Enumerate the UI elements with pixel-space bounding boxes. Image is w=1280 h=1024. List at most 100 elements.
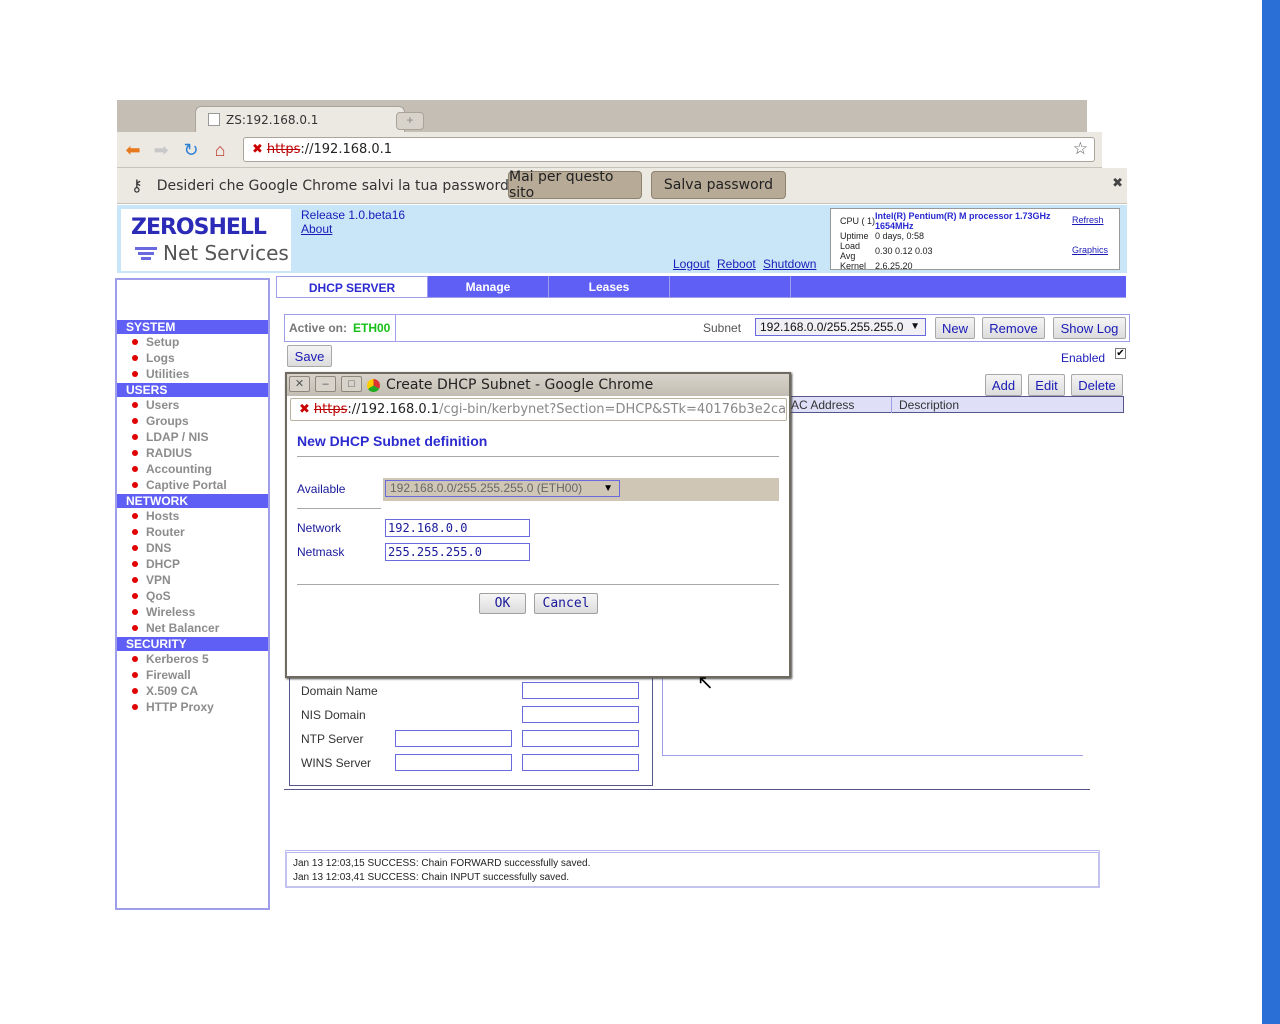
wins-server-label: WINS Server	[301, 756, 372, 770]
sidebar-section-network: NETWORK	[117, 494, 268, 508]
sidebar-item-utilities[interactable]: Utilities	[132, 367, 189, 381]
popup-address-bar[interactable]: ✖ https ://192.168.0.1 /cgi-bin/kerbynet…	[290, 398, 787, 421]
sidebar-item-router[interactable]: Router	[132, 525, 185, 539]
sidebar-item-label: Logs	[146, 351, 175, 365]
enabled-checkbox[interactable]: ✔	[1115, 348, 1126, 359]
popup-titlebar[interactable]: Create DHCP Subnet - Google Chrome	[287, 374, 789, 396]
sidebar-item-label: DHCP	[146, 557, 181, 571]
sidebar-item-x-509-ca[interactable]: X.509 CA	[132, 684, 198, 698]
sidebar-item-qos[interactable]: QoS	[132, 589, 171, 603]
sidebar-item-groups[interactable]: Groups	[132, 414, 189, 428]
sidebar-item-label: Utilities	[146, 367, 190, 381]
tab-leases[interactable]: Leases	[549, 276, 670, 298]
sidebar-item-http-proxy[interactable]: HTTP Proxy	[132, 700, 214, 714]
sidebar-item-dns[interactable]: DNS	[132, 541, 171, 555]
insecure-lock-icon: ✖	[252, 142, 263, 157]
sidebar-item-dhcp[interactable]: DHCP	[132, 557, 180, 571]
netmask-label: Netmask	[297, 545, 345, 559]
sidebar-item-label: RADIUS	[146, 446, 193, 460]
reboot-link[interactable]: Reboot	[717, 257, 756, 271]
sidebar-item-firewall[interactable]: Firewall	[132, 668, 191, 682]
sidebar-item-kerberos-5[interactable]: Kerberos 5	[132, 652, 209, 666]
wins-server-input-1[interactable]	[395, 754, 512, 771]
nis-domain-label: NIS Domain	[301, 708, 366, 722]
forward-icon[interactable]: ➡	[150, 139, 172, 161]
save-password-button[interactable]: Salva password	[651, 171, 786, 199]
edit-button[interactable]: Edit	[1028, 374, 1065, 396]
sidebar-item-setup[interactable]: Setup	[132, 335, 179, 349]
bullet-icon	[132, 339, 138, 345]
add-button[interactable]: Add	[985, 374, 1022, 396]
tab-dhcp-server[interactable]: DHCP SERVER	[276, 276, 428, 298]
home-icon[interactable]: ⌂	[209, 139, 231, 161]
sidebar-section-users: USERS	[117, 383, 268, 397]
sidebar-item-label: HTTP Proxy	[146, 700, 214, 714]
bullet-icon	[132, 561, 138, 567]
graphics-link[interactable]: Graphics	[1072, 245, 1108, 255]
page-icon	[208, 113, 220, 126]
available-label: Available	[297, 482, 346, 496]
never-save-button[interactable]: Mai per questo sito	[508, 169, 642, 201]
sidebar-item-users[interactable]: Users	[132, 398, 179, 412]
netmask-input[interactable]	[385, 543, 530, 561]
new-subnet-button[interactable]: New	[935, 317, 975, 339]
about-link[interactable]: About	[301, 222, 332, 236]
popup-heading: New DHCP Subnet definition	[297, 433, 488, 449]
bullet-icon	[132, 625, 138, 631]
ok-button[interactable]: OK	[479, 593, 526, 614]
tab-manage[interactable]: Manage	[428, 276, 549, 298]
back-icon[interactable]: ⬅	[122, 139, 144, 161]
nis-domain-input[interactable]	[522, 706, 639, 723]
popup-url-path: /cgi-bin/kerbynet?Section=DHCP&STk=40176…	[439, 402, 787, 417]
cpu-value: Intel(R) Pentium(R) M processor 1.73GHz	[875, 211, 1051, 221]
cancel-button[interactable]: Cancel	[534, 593, 598, 614]
sidebar-item-wireless[interactable]: Wireless	[132, 605, 195, 619]
available-select[interactable]: 192.168.0.0/255.255.255.0 (ETH00) ▼	[385, 480, 620, 497]
network-input[interactable]	[385, 519, 530, 537]
domain-name-label: Domain Name	[301, 684, 378, 698]
sidebar-item-radius[interactable]: RADIUS	[132, 446, 192, 460]
logo-icon	[135, 247, 157, 262]
address-bar[interactable]: ✖ https ://192.168.0.1 ☆	[243, 137, 1095, 162]
divider	[395, 315, 396, 341]
delete-button[interactable]: Delete	[1071, 374, 1123, 396]
bullet-icon	[132, 672, 138, 678]
sidebar-item-captive-portal[interactable]: Captive Portal	[132, 478, 227, 492]
remove-subnet-button[interactable]: Remove	[982, 317, 1045, 339]
wins-server-input-2[interactable]	[522, 754, 639, 771]
refresh-link[interactable]: Refresh	[1072, 215, 1104, 225]
desktop-edge	[1262, 0, 1280, 1024]
sidebar-item-accounting[interactable]: Accounting	[132, 462, 212, 476]
uptime-value: 0 days, 0:58	[875, 231, 925, 241]
avg-label: Avg	[840, 251, 856, 261]
sidebar-item-net-balancer[interactable]: Net Balancer	[132, 621, 219, 635]
logo-subtitle: Net Services	[163, 241, 289, 265]
minimize-window-icon[interactable]: –	[315, 376, 336, 392]
sidebar-item-vpn[interactable]: VPN	[132, 573, 171, 587]
save-button[interactable]: Save	[287, 345, 332, 367]
sidebar-item-ldap-nis[interactable]: LDAP / NIS	[132, 430, 208, 444]
sidebar-item-label: LDAP / NIS	[146, 430, 209, 444]
maximize-window-icon[interactable]: □	[341, 376, 362, 392]
log-line: Jan 13 12:03,41 SUCCESS: Chain INPUT suc…	[293, 872, 570, 883]
bullet-icon	[132, 402, 138, 408]
shutdown-link[interactable]: Shutdown	[763, 257, 816, 271]
sidebar-item-hosts[interactable]: Hosts	[132, 509, 179, 523]
close-icon[interactable]: ✖	[1112, 176, 1123, 191]
close-window-icon[interactable]: ✕	[289, 376, 310, 392]
reload-icon[interactable]: ↻	[180, 139, 202, 161]
browser-tab[interactable]: ZS:192.168.0.1	[195, 106, 405, 132]
domain-name-input[interactable]	[522, 682, 639, 699]
ntp-server-input-2[interactable]	[522, 730, 639, 747]
logout-link[interactable]: Logout	[673, 257, 710, 271]
bookmark-star-icon[interactable]: ☆	[1073, 139, 1088, 159]
sidebar-item-logs[interactable]: Logs	[132, 351, 175, 365]
ntp-server-label: NTP Server	[301, 732, 364, 746]
show-log-button[interactable]: Show Log	[1053, 317, 1126, 339]
subnet-select[interactable]: 192.168.0.0/255.255.255.0 ▼	[755, 318, 926, 336]
new-tab-button[interactable]: +	[396, 112, 424, 130]
kernel-label: Kernel	[840, 261, 867, 271]
ntp-server-input-1[interactable]	[395, 730, 512, 747]
uptime-label: Uptime	[840, 231, 869, 241]
sidebar-item-label: Setup	[146, 335, 180, 349]
